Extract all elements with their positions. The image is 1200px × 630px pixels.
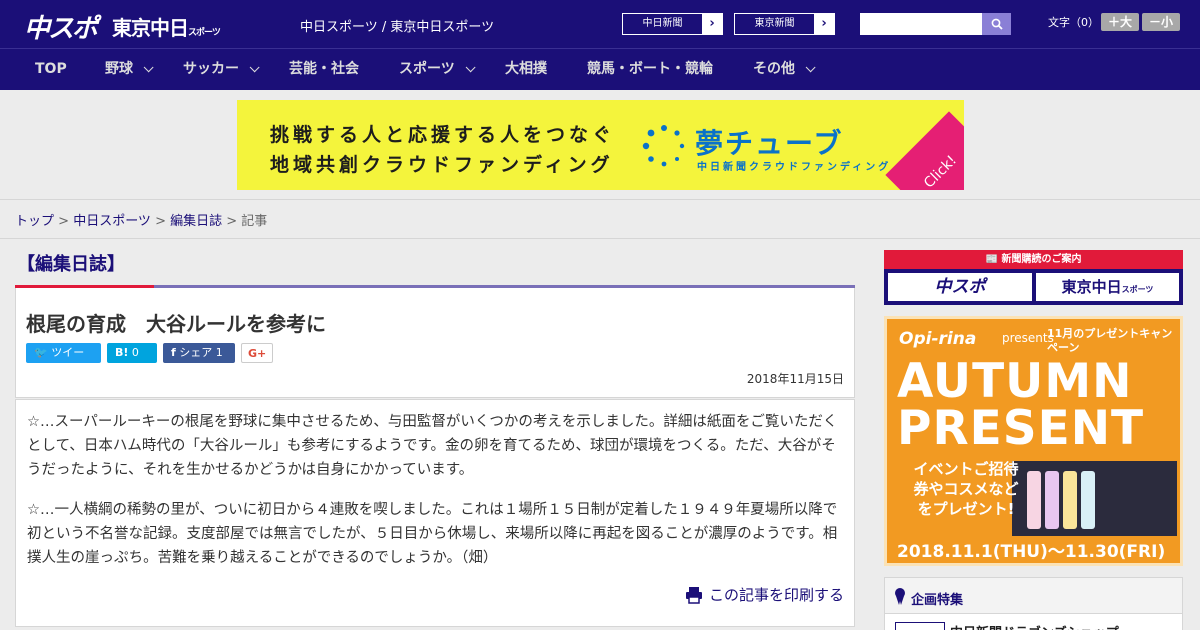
promo-text: イベントご招待券やコスメなどをプレゼント! bbox=[913, 460, 1019, 518]
opirina-logo: Opi-rina bbox=[899, 329, 977, 349]
nav-item-racing[interactable]: 競馬・ボート・競輪 bbox=[587, 49, 713, 90]
font-size-label: 文字（0） bbox=[1048, 16, 1099, 29]
breadcrumb: トップ > 中日スポーツ > 編集日誌 > 記事 bbox=[15, 214, 268, 229]
tokyo-logo-text: 東京中日 bbox=[112, 16, 189, 40]
autumn-present-ad[interactable]: Opi-rina presents 11月のプレゼントキャンペーン AUTUMN… bbox=[884, 316, 1183, 566]
facebook-icon: f bbox=[171, 346, 176, 359]
hatena-icon: B! bbox=[115, 346, 129, 359]
campaign-dates: 2018.11.1(THU)～11.30(FRI) bbox=[897, 542, 1166, 562]
nav-item-other[interactable]: その他 bbox=[753, 49, 816, 90]
feature-item-label: 中日新聞ドラゴンズショップ bbox=[950, 622, 1119, 630]
subscribe-tokyo-label: 東京中日 bbox=[1061, 278, 1122, 296]
site-links[interactable]: 中日スポーツ / 東京中日スポーツ bbox=[300, 16, 494, 35]
subscription-heading-label: 新聞購読のご案内 bbox=[1001, 254, 1082, 265]
google-plus-button[interactable]: G+ bbox=[241, 343, 273, 363]
hatena-count: 0 bbox=[131, 346, 139, 359]
chevron-down-icon bbox=[249, 62, 260, 73]
nav-label: サッカー bbox=[183, 61, 239, 77]
chunichi-button-label: 中日新聞 bbox=[642, 18, 683, 29]
nav-item-baseball[interactable]: 野球 bbox=[105, 49, 154, 90]
search-input[interactable] bbox=[860, 13, 982, 35]
tweet-button[interactable]: 🐦 ツイート bbox=[26, 343, 101, 379]
feature-thumbnail bbox=[895, 622, 945, 630]
cosmetic-bottle bbox=[1045, 471, 1059, 529]
chevron-right-icon: › bbox=[814, 14, 834, 34]
main-nav: TOP 野球 サッカー 芸能・社会 スポーツ 大相撲 競馬・ボート・競輪 その他 bbox=[0, 48, 1200, 90]
banner-line-1: 挑戦する人と応援する人をつなぐ bbox=[270, 124, 616, 146]
nav-item-sports[interactable]: スポーツ bbox=[399, 49, 476, 90]
article-body: ☆…スーパールーキーの根尾を野球に集中させるため、与田監督がいくつかの考えを示し… bbox=[15, 399, 855, 627]
ad-area: 挑戦する人と応援する人をつなぐ 地域共創クラウドファンディング 夢チューブ 中日… bbox=[0, 90, 1200, 200]
tokyo-button-label: 東京新聞 bbox=[754, 18, 795, 29]
chevron-down-icon bbox=[805, 62, 816, 73]
special-features-title: 企画特集 bbox=[911, 593, 964, 608]
article-paragraph: ☆…一人横綱の稀勢の里が、ついに初日から４連敗を喫しました。これは１場所１５日制… bbox=[27, 502, 838, 566]
search-icon bbox=[991, 18, 1003, 30]
font-larger-button[interactable]: ＋大 bbox=[1101, 13, 1139, 31]
print-label: この記事を印刷する bbox=[708, 586, 844, 604]
dots-ring-icon bbox=[642, 125, 685, 167]
nav-label: その他 bbox=[753, 61, 795, 77]
article-header: 根尾の育成 大谷ルールを参考に 🐦 ツイート B! 0 f シェア 1 G+ 2… bbox=[15, 288, 855, 398]
subscription-box: 📰 新聞購読のご案内 中スポ 東京中日スポーツ bbox=[884, 250, 1183, 305]
present-heading: PRESENT bbox=[897, 401, 1145, 456]
facebook-share-label: シェア 1 bbox=[179, 346, 223, 359]
ribbon-icon bbox=[895, 588, 905, 605]
divider bbox=[0, 238, 1200, 239]
subscribe-chuspo-button[interactable]: 中スポ bbox=[888, 273, 1032, 301]
banner-brand: 夢チューブ bbox=[695, 127, 844, 160]
banner-line-2: 地域共創クラウドファンディング bbox=[270, 154, 614, 176]
nav-label: 競馬・ボート・競輪 bbox=[587, 61, 713, 77]
special-feature-item[interactable]: 中日新聞ドラゴンズショップ bbox=[885, 613, 1182, 630]
breadcrumb-current: 記事 bbox=[241, 214, 268, 229]
chevron-down-icon bbox=[465, 62, 476, 73]
cosmetic-bottle bbox=[1063, 471, 1077, 529]
breadcrumb-top[interactable]: トップ bbox=[15, 214, 54, 229]
nav-label: TOP bbox=[35, 61, 67, 77]
tokyo-shimbun-button[interactable]: 東京新聞 › bbox=[734, 13, 835, 35]
facebook-share-button[interactable]: f シェア 1 bbox=[163, 343, 235, 363]
chevron-right-icon: › bbox=[702, 14, 722, 34]
tokyo-chunichi-logo[interactable]: 東京中日スポーツ bbox=[112, 12, 221, 41]
nav-label: スポーツ bbox=[399, 61, 455, 77]
article-paragraph: ☆…スーパールーキーの根尾を野球に集中させるため、与田監督がいくつかの考えを示し… bbox=[27, 414, 838, 478]
newspaper-icon: 📰 bbox=[985, 254, 998, 265]
subscribe-tokyo-button[interactable]: 東京中日スポーツ bbox=[1036, 273, 1179, 301]
article-title: 根尾の育成 大谷ルールを参考に bbox=[26, 312, 326, 336]
hatena-bookmark-button[interactable]: B! 0 bbox=[107, 343, 157, 363]
breadcrumb-chunichi-sports[interactable]: 中日スポーツ bbox=[73, 214, 151, 229]
chunichi-shimbun-button[interactable]: 中日新聞 › bbox=[622, 13, 723, 35]
cosmetic-bottle bbox=[1027, 471, 1041, 529]
article-date: 2018年11月15日 bbox=[746, 372, 844, 386]
nav-item-sumo[interactable]: 大相撲 bbox=[505, 49, 547, 90]
top-header: 中スポ 東京中日スポーツ 中日スポーツ / 東京中日スポーツ 中日新聞 › 東京… bbox=[0, 0, 1200, 48]
special-features-box: 企画特集 中日新聞ドラゴンズショップ bbox=[884, 577, 1183, 630]
section-title: 【編集日誌】 bbox=[17, 254, 125, 275]
nav-label: 大相撲 bbox=[505, 61, 547, 77]
breadcrumb-editorial-diary[interactable]: 編集日誌 bbox=[170, 214, 222, 229]
cosmetic-bottle bbox=[1081, 471, 1095, 529]
banner-brand-sub: 中日新聞クラウドファンディング bbox=[697, 162, 892, 173]
subscribe-tokyo-small: スポーツ bbox=[1121, 285, 1154, 294]
nav-item-top[interactable]: TOP bbox=[35, 49, 67, 90]
nav-label: 野球 bbox=[105, 61, 133, 77]
crowdfunding-banner[interactable]: 挑戦する人と応援する人をつなぐ 地域共創クラウドファンディング 夢チューブ 中日… bbox=[237, 100, 964, 190]
nav-label: 芸能・社会 bbox=[289, 61, 359, 77]
subscription-heading: 📰 新聞購読のご案内 bbox=[884, 250, 1183, 269]
twitter-icon: 🐦 bbox=[34, 346, 48, 359]
campaign-label: 11月のプレゼントキャンペーン bbox=[1047, 327, 1173, 354]
chevron-down-icon bbox=[143, 62, 154, 73]
printer-icon bbox=[685, 586, 702, 604]
tokyo-logo-small: スポーツ bbox=[188, 28, 221, 38]
nav-item-entertainment[interactable]: 芸能・社会 bbox=[289, 49, 359, 90]
font-smaller-button[interactable]: －小 bbox=[1142, 13, 1180, 31]
chuspo-logo[interactable]: 中スポ bbox=[24, 8, 98, 45]
print-article-link[interactable]: この記事を印刷する bbox=[685, 584, 844, 605]
search-button[interactable] bbox=[982, 13, 1011, 35]
nav-item-soccer[interactable]: サッカー bbox=[183, 49, 260, 90]
